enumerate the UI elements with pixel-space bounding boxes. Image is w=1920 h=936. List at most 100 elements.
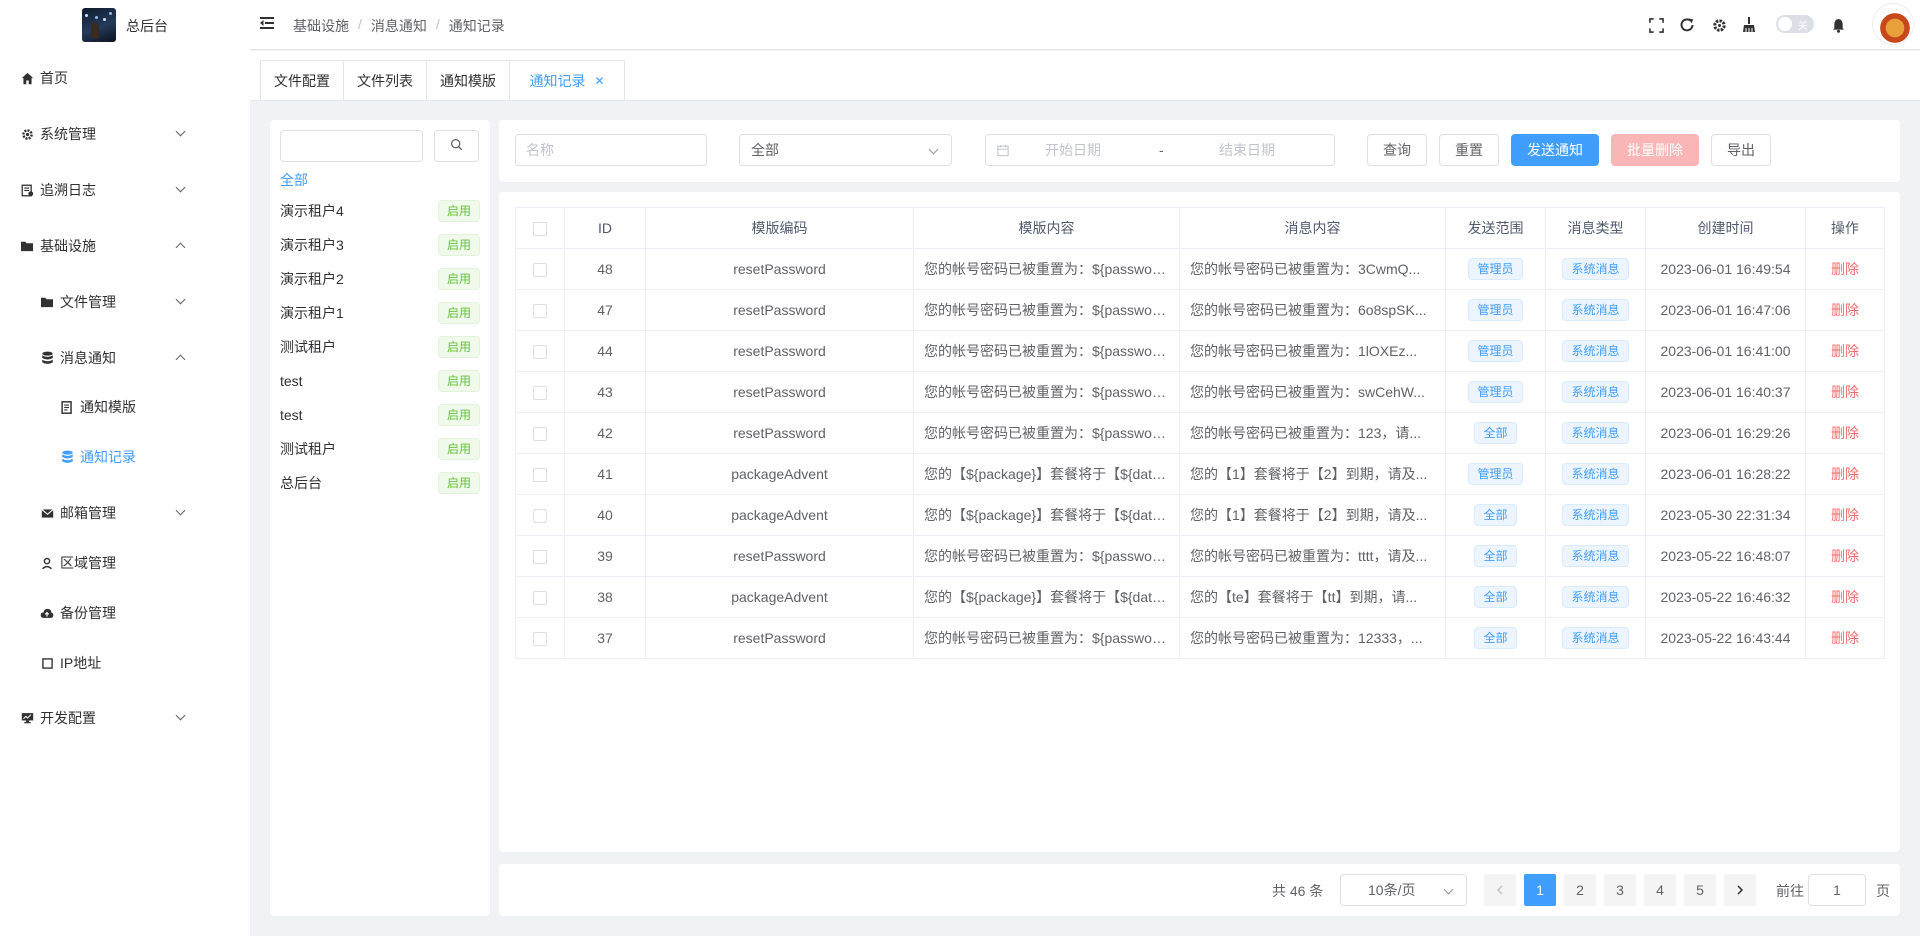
tree-item-all[interactable]: 全部 [280, 170, 308, 190]
row-checkbox[interactable] [515, 617, 565, 659]
tenant-item[interactable]: 演示租户2 启用 [280, 266, 480, 292]
gear-icon[interactable] [1710, 16, 1728, 34]
tenant-item[interactable]: test 启用 [280, 402, 480, 428]
sidebar-item-notify-template[interactable]: 通知模版 [0, 382, 250, 432]
sidebar-item-infrastructure[interactable]: 基础设施 [0, 218, 250, 274]
page-button[interactable]: 2 [1564, 874, 1596, 906]
search-icon [450, 138, 463, 154]
batch-delete-button[interactable]: 批量删除 [1611, 134, 1699, 166]
tab-file-config[interactable]: 文件配置 [260, 60, 344, 100]
template-content-cell: 您的帐号密码已被重置为：${password} [913, 535, 1180, 577]
close-icon[interactable]: ✕ [594, 74, 604, 88]
delete-link[interactable]: 删除 [1831, 425, 1859, 441]
menu-collapse-icon[interactable] [260, 17, 274, 29]
send-scope-cell: 管理员 [1445, 248, 1546, 290]
type-badge: 系统消息 [1562, 422, 1629, 444]
select-all-checkbox[interactable] [515, 207, 565, 249]
delete-link[interactable]: 删除 [1831, 261, 1859, 277]
created-time-cell: 2023-06-01 16:49:54 [1645, 248, 1806, 290]
template-content-cell: 您的帐号密码已被重置为：${password} [913, 617, 1180, 659]
tenant-item[interactable]: 演示租户4 启用 [280, 198, 480, 224]
delete-link[interactable]: 删除 [1831, 507, 1859, 523]
refresh-icon[interactable] [1678, 16, 1696, 34]
mail-icon [40, 506, 54, 520]
logo[interactable]: 总后台 [0, 0, 250, 50]
tenant-item[interactable]: test 启用 [280, 368, 480, 394]
user-avatar[interactable] [1872, 3, 1914, 45]
created-time-cell: 2023-06-01 16:29:26 [1645, 412, 1806, 454]
row-checkbox[interactable] [515, 289, 565, 331]
tab-notify-record[interactable]: 通知记录 ✕ [509, 60, 625, 100]
delete-link[interactable]: 删除 [1831, 548, 1859, 564]
tenant-item[interactable]: 演示租户3 启用 [280, 232, 480, 258]
page-button[interactable]: 1 [1524, 874, 1556, 906]
tenant-item[interactable]: 演示租户1 启用 [280, 300, 480, 326]
sidebar-item-system[interactable]: 系统管理 [0, 106, 250, 162]
row-checkbox[interactable] [515, 248, 565, 290]
id-cell: 38 [564, 576, 646, 618]
template-code-cell: resetPassword [645, 617, 914, 659]
breadcrumb-item[interactable]: 基础设施 [293, 16, 349, 36]
created-time-cell: 2023-06-01 16:28:22 [1645, 453, 1806, 495]
delete-link[interactable]: 删除 [1831, 384, 1859, 400]
delete-link[interactable]: 删除 [1831, 466, 1859, 482]
tenant-item[interactable]: 总后台 启用 [280, 470, 480, 496]
bell-icon[interactable] [1829, 16, 1847, 34]
type-badge: 系统消息 [1562, 299, 1629, 321]
row-checkbox[interactable] [515, 576, 565, 618]
name-search-input[interactable]: 名称 [515, 134, 707, 166]
row-checkbox[interactable] [515, 412, 565, 454]
tenant-tree-panel: 全部 演示租户4 启用 演示租户3 启用 演示租户2 启用 演示租户1 启用 测试租户 启用 tes… [270, 120, 490, 916]
sidebar-item-dev-config[interactable]: 开发配置 [0, 690, 250, 746]
delete-link[interactable]: 删除 [1831, 589, 1859, 605]
breadcrumb-item[interactable]: 消息通知 [371, 16, 427, 36]
prev-page-button[interactable] [1484, 874, 1516, 906]
delete-link[interactable]: 删除 [1831, 630, 1859, 646]
page-button[interactable]: 4 [1644, 874, 1676, 906]
column-header: 发送范围 [1445, 207, 1546, 249]
row-checkbox[interactable] [515, 330, 565, 372]
tab-notify-template[interactable]: 通知模版 [426, 60, 510, 100]
toggle-label: 关 [1798, 21, 1808, 32]
sidebar-item-region[interactable]: 区域管理 [0, 538, 250, 588]
tree-search-input[interactable] [280, 130, 423, 162]
delete-link[interactable]: 删除 [1831, 343, 1859, 359]
tenant-item[interactable]: 测试租户 启用 [280, 334, 480, 360]
tenant-item[interactable]: 测试租户 启用 [280, 436, 480, 462]
row-checkbox[interactable] [515, 371, 565, 413]
sidebar-item-mail[interactable]: 邮箱管理 [0, 485, 250, 541]
tree-search-button[interactable] [434, 130, 479, 162]
sidebar-item-home[interactable]: 首页 [0, 50, 250, 106]
sidebar-item-ip[interactable]: IP地址 [0, 638, 250, 688]
sidebar-item-trace-log[interactable]: 追溯日志 [0, 162, 250, 218]
theme-toggle[interactable]: 关 [1776, 15, 1814, 33]
tenant-name: test [280, 407, 303, 423]
page-size-select[interactable]: 10条/页 [1340, 874, 1467, 906]
next-page-button[interactable] [1724, 874, 1756, 906]
sidebar-item-notify-record[interactable]: 通知记录 [0, 432, 250, 482]
sidebar-item-file-management[interactable]: 文件管理 [0, 274, 250, 330]
type-badge: 系统消息 [1562, 627, 1629, 649]
query-button[interactable]: 查询 [1367, 134, 1427, 166]
breadcrumb-item-current: 通知记录 [448, 18, 505, 34]
template-content-cell: 您的帐号密码已被重置为：${password} [913, 248, 1180, 290]
date-range-picker[interactable]: 开始日期 - 结束日期 [985, 134, 1335, 166]
delete-link[interactable]: 删除 [1831, 302, 1859, 318]
tab-file-list[interactable]: 文件列表 [343, 60, 427, 100]
sidebar-item-message-notify[interactable]: 消息通知 [0, 330, 250, 386]
broom-icon[interactable] [1740, 16, 1758, 34]
message-type-cell: 系统消息 [1545, 617, 1646, 659]
row-checkbox[interactable] [515, 453, 565, 495]
fullscreen-icon[interactable] [1647, 16, 1665, 34]
message-type-select[interactable]: 全部 [739, 134, 952, 166]
row-checkbox[interactable] [515, 535, 565, 577]
send-notify-button[interactable]: 发送通知 [1511, 134, 1599, 166]
sidebar-item-label: 备份管理 [60, 605, 116, 621]
sidebar-item-backup[interactable]: 备份管理 [0, 588, 250, 638]
goto-page-input[interactable]: 1 [1808, 874, 1866, 906]
reset-button[interactable]: 重置 [1439, 134, 1499, 166]
page-button[interactable]: 3 [1604, 874, 1636, 906]
row-checkbox[interactable] [515, 494, 565, 536]
export-button[interactable]: 导出 [1711, 134, 1771, 166]
page-button[interactable]: 5 [1684, 874, 1716, 906]
